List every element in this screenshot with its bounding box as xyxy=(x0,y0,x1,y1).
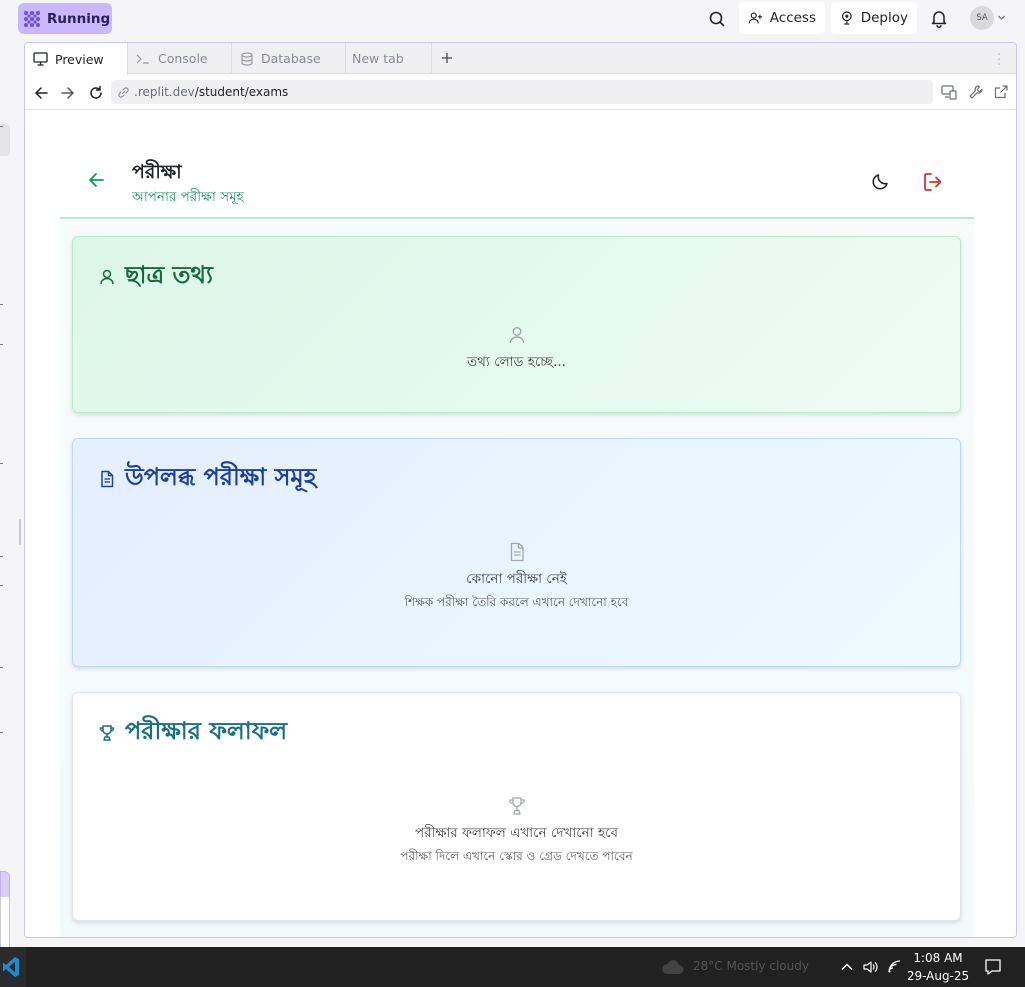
logout-icon[interactable] xyxy=(922,171,944,193)
trophy-icon xyxy=(508,797,525,815)
chevron-up-icon[interactable] xyxy=(839,959,855,975)
back-arrow-icon[interactable] xyxy=(33,85,49,101)
no-exams-empty-state: কোনো পরীক্ষা নেই শিক্ষক পরীক্ষা তৈরি করল… xyxy=(73,542,960,614)
no-exams-subtitle: শিক্ষক পরীক্ষা তৈরি করলে এখানে দেখানো হব… xyxy=(404,595,629,609)
deploy-button[interactable]: Deploy xyxy=(831,2,917,34)
notification-center-icon[interactable] xyxy=(984,958,1002,976)
plus-icon[interactable] xyxy=(440,51,454,65)
terminal-icon xyxy=(136,54,149,64)
exams-page: পরীক্ষা আপনার পরীক্ষা সমূহ ছাত্র তথ্য তথ… xyxy=(60,145,974,937)
student-info-heading: ছাত্র তথ্য xyxy=(98,257,213,297)
document-icon xyxy=(101,470,114,488)
available-exams-heading: উপলব্ধ পরীক্ষা সমূহ xyxy=(98,459,316,499)
no-results-empty-state: পরীক্ষার ফলাফল এখানে দেখানো হবে পরীক্ষা … xyxy=(73,796,960,868)
chevron-down-icon[interactable] xyxy=(997,13,1006,22)
volume-icon[interactable] xyxy=(862,959,878,975)
left-panel-tick xyxy=(0,463,3,464)
avatar-initials: SA xyxy=(976,13,988,23)
user-icon xyxy=(100,269,114,285)
student-info-loading: তথ্য লোড হচ্ছে... xyxy=(73,325,960,374)
exam-results-title: পরীক্ষার ফলাফল xyxy=(125,717,288,745)
tab-preview-label: Preview xyxy=(55,51,104,67)
available-exams-title: উপলব্ধ পরীক্ষা সমূহ xyxy=(125,463,317,491)
devices-icon[interactable] xyxy=(941,84,957,100)
add-user-icon xyxy=(748,12,762,24)
preview-pane: Preview Console Database New tab .replit… xyxy=(24,42,1017,938)
bell-icon[interactable] xyxy=(929,8,949,28)
url-input[interactable]: .replit.dev/student/exams xyxy=(111,80,933,104)
exam-results-heading: পরীক্ষার ফলাফল xyxy=(98,713,287,753)
no-exams-title: কোনো পরীক্ষা নেই xyxy=(466,571,567,587)
forward-arrow-icon[interactable] xyxy=(60,85,76,101)
trophy-icon xyxy=(99,725,115,741)
left-panel-tick xyxy=(0,585,3,586)
tab-console-label: Console xyxy=(158,51,208,66)
exam-results-card: পরীক্ষার ফলাফল পরীক্ষার ফলাফল এখানে দেখা… xyxy=(72,692,961,921)
left-panel-tick xyxy=(0,126,3,127)
run-status-button[interactable]: Running xyxy=(18,3,112,34)
access-label: Access xyxy=(769,10,816,26)
clock-date: 29-Aug-25 xyxy=(906,969,970,983)
available-exams-card: উপলব্ধ পরীক্ষা সমূহ কোনো পরীক্ষা নেই শিক… xyxy=(72,438,961,667)
moon-icon[interactable] xyxy=(871,171,891,191)
app-header: পরীক্ষা আপনার পরীক্ষা সমূহ xyxy=(60,145,974,219)
panel-resize-handle[interactable] xyxy=(19,519,21,545)
taskbar-app-vscode[interactable] xyxy=(0,947,26,987)
back-button[interactable] xyxy=(87,171,105,189)
left-panel-tick xyxy=(0,732,3,733)
external-link-icon[interactable] xyxy=(993,84,1009,100)
tab-console[interactable]: Console xyxy=(128,43,232,74)
app-viewport: পরীক্ষা আপনার পরীক্ষা সমূহ ছাত্র তথ্য তথ… xyxy=(25,111,1016,937)
tab-database[interactable]: Database xyxy=(232,43,346,74)
left-panel-tick xyxy=(0,304,3,305)
vscode-icon xyxy=(3,957,19,977)
left-panel-tick xyxy=(0,344,3,345)
search-icon[interactable] xyxy=(706,8,728,30)
cloud-icon xyxy=(662,960,684,974)
weather-widget[interactable]: 28°C Mostly cloudy xyxy=(693,959,809,973)
more-vertical-icon[interactable] xyxy=(997,52,1001,66)
left-panel-tick xyxy=(0,667,3,668)
windows-taskbar: 28°C Mostly cloudy 1:08 AM 29-Aug-25 xyxy=(0,947,1025,987)
tab-bar: Preview Console Database New tab xyxy=(25,43,1016,75)
deploy-icon xyxy=(841,11,852,25)
left-panel-tick xyxy=(0,556,3,557)
monitor-icon xyxy=(33,52,48,66)
deploy-label: Deploy xyxy=(860,10,908,26)
no-results-title: পরীক্ষার ফলাফল এখানে দেখানো হবে xyxy=(415,825,618,841)
left-panel-edge xyxy=(0,42,22,971)
run-status-label: Running xyxy=(47,10,111,27)
replit-logo-icon xyxy=(24,10,40,27)
document-icon xyxy=(510,542,524,562)
tab-preview[interactable]: Preview xyxy=(25,43,128,75)
left-panel-tab[interactable] xyxy=(0,871,10,898)
tab-new[interactable]: New tab xyxy=(346,43,432,74)
url-toolbar: .replit.dev/student/exams xyxy=(25,75,1016,110)
reload-icon[interactable] xyxy=(88,85,104,101)
clock-time: 1:08 AM xyxy=(913,951,963,965)
access-button[interactable]: Access xyxy=(739,2,825,34)
tab-database-label: Database xyxy=(261,51,321,66)
url-host: .replit.dev xyxy=(134,85,195,99)
no-results-subtitle: পরীক্ষা দিলে এখানে স্কোর ও গ্রেড দেখতে প… xyxy=(400,849,633,863)
link-icon xyxy=(118,86,129,98)
user-icon xyxy=(509,327,524,344)
page-subtitle: আপনার পরীক্ষা সমূহ xyxy=(132,189,244,205)
url-path: /student/exams xyxy=(194,85,289,99)
replit-topbar: Running Access Deploy SA xyxy=(0,0,1025,38)
taskbar-clock[interactable]: 1:08 AM 29-Aug-25 xyxy=(900,949,976,985)
avatar[interactable]: SA xyxy=(970,6,994,30)
student-info-card: ছাত্র তথ্য তথ্য লোড হচ্ছে... xyxy=(72,236,961,413)
tab-new-label: New tab xyxy=(352,51,404,66)
database-icon xyxy=(241,51,253,66)
left-panel-selected-item[interactable] xyxy=(0,124,10,156)
loading-text: তথ্য লোড হচ্ছে... xyxy=(467,354,566,370)
student-info-title: ছাত্র তথ্য xyxy=(125,261,214,289)
wrench-icon[interactable] xyxy=(968,84,984,100)
